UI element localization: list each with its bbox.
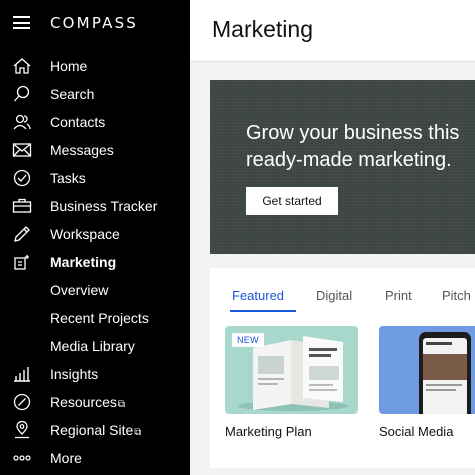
tab-featured[interactable]: Featured [232,288,284,303]
sidebar-item-search[interactable]: Search [0,80,190,108]
sidebar-item-label: Tasks [50,170,86,186]
sidebar-item-label: Recent Projects [50,310,149,326]
sidebar-item-regional-site[interactable]: Regional Site⧉ [0,416,190,444]
sidebar-item-label: Insights [50,366,99,382]
sidebar-item-home[interactable]: Home [0,52,190,80]
sidebar-item-more[interactable]: More [0,444,190,472]
marketing-catalog: Featured Digital Print Pitch NEW Marketi… [210,268,475,468]
external-link-icon: ⧉ [117,399,126,410]
hero-banner: Grow your business this ready-made marke… [210,80,475,254]
sidebar-item-label: More [50,450,82,466]
marketing-icon [12,253,32,271]
contacts-icon [12,113,32,131]
sidebar-item-label: Workspace [50,226,120,242]
compass-logo[interactable]: COMPASS [50,14,138,32]
sidebar-item-label: Resources⧉ [50,394,125,413]
catalog-tabs: Featured Digital Print Pitch [210,268,475,314]
tile-marketing-plan[interactable]: NEW Marketing Plan [225,326,358,439]
sidebar-item-marketing[interactable]: Marketing [0,248,190,276]
sidebar-item-messages[interactable]: Messages [0,136,190,164]
sidebar-item-workspace[interactable]: Workspace [0,220,190,248]
sidebar: COMPASS Home Search Contacts Messages Ta… [0,0,190,475]
sidebar-subitem-recent-projects[interactable]: Recent Projects [0,304,190,332]
tab-digital[interactable]: Digital [316,288,352,303]
social-media-thumbnail [379,326,475,414]
sidebar-item-label: Business Tracker [50,198,158,214]
sidebar-item-contacts[interactable]: Contacts [0,108,190,136]
sidebar-item-resources[interactable]: Resources⧉ [0,388,190,416]
main-content: Marketing Grow your business this ready-… [190,0,475,475]
hero-headline-line-2: ready-made marketing. [246,149,452,171]
check-circle-icon [12,169,32,187]
page-title: Marketing [212,16,313,42]
sidebar-item-label: Messages [50,142,114,158]
sidebar-item-label: Contacts [50,114,106,130]
hero-headline: Grow your business this ready-made marke… [246,120,475,174]
sidebar-item-label: Marketing [50,254,117,270]
marketing-plan-thumbnail: NEW [225,326,358,414]
home-icon [12,57,32,75]
phone-illustration [419,332,471,414]
sidebar-item-label: Overview [50,282,109,298]
sidebar-item-text: Resources [50,394,117,410]
external-link-icon: ⧉ [134,427,142,438]
page-header: Marketing [190,0,475,62]
sidebar-subitem-overview[interactable]: Overview [0,276,190,304]
sidebar-item-business-tracker[interactable]: Business Tracker [0,192,190,220]
tab-print[interactable]: Print [385,288,412,303]
sidebar-item-label: Regional Site⧉ [50,422,141,441]
search-icon [12,85,32,103]
hamburger-menu-icon[interactable] [13,16,30,29]
hero-headline-line-1: Grow your business this [246,122,460,144]
sidebar-item-label: Search [50,86,95,102]
sidebar-header: COMPASS [0,0,190,46]
tile-label: Social Media [379,424,454,439]
pencil-icon [12,225,32,243]
new-badge: NEW [232,333,264,347]
tab-pitch[interactable]: Pitch [442,288,471,303]
get-started-button[interactable]: Get started [246,187,338,215]
sidebar-subitem-media-library[interactable]: Media Library [0,332,190,360]
briefcase-icon [12,197,32,215]
bar-chart-icon [12,365,32,383]
more-dots-icon [12,449,32,467]
sidebar-item-label: Media Library [50,338,135,354]
sidebar-item-tasks[interactable]: Tasks [0,164,190,192]
sidebar-item-label: Home [50,58,88,74]
map-pin-icon [12,421,32,439]
compass-icon [12,393,32,411]
sidebar-item-text: Regional Site [50,422,134,438]
tile-label: Marketing Plan [225,424,312,439]
sidebar-item-insights[interactable]: Insights [0,360,190,388]
envelope-icon [12,141,32,159]
tile-social-media[interactable]: Social Media [379,326,475,439]
active-tab-indicator [230,310,296,312]
